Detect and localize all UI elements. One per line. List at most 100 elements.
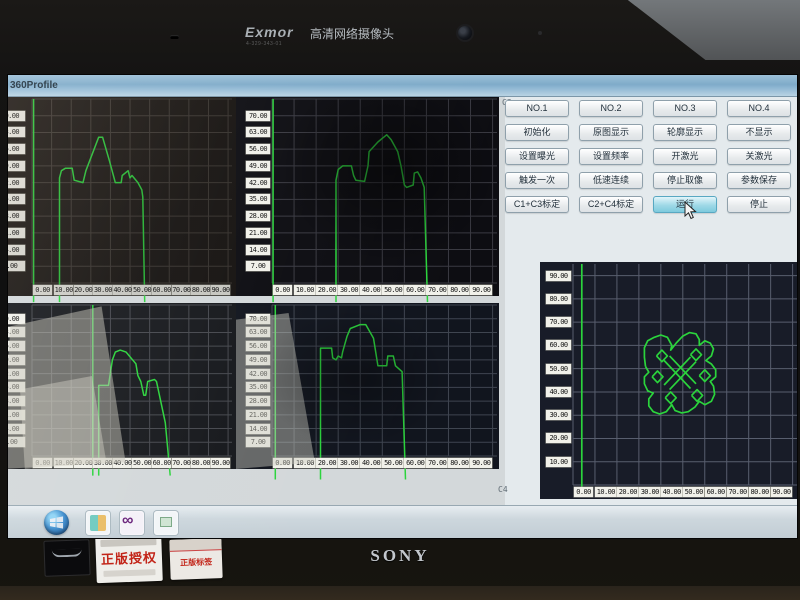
- chart-plot-combined: 10.0020.0030.0040.0050.0060.0070.0080.00…: [573, 264, 797, 485]
- y-tick-label: 70.00: [8, 314, 25, 324]
- chart-canvas-c3: [272, 99, 497, 309]
- c2-c4-calibrate-button[interactable]: C2+C4标定: [579, 196, 643, 213]
- x-tick-label: 80.00: [191, 458, 210, 468]
- y-tick-label: 42.00: [8, 178, 25, 188]
- y-tick-label: 49.00: [8, 355, 25, 365]
- laser-off-button[interactable]: 关激光: [727, 148, 791, 165]
- app-window-content: 7.00 14.00 21.00 28.00 35.00 42.00 49.00 56.00 6…: [8, 97, 797, 505]
- y-tick-label: 35.00: [246, 382, 270, 392]
- laptop-photo: Exmor 高清网络摄像头 4-329-343-01 SONY 正版授权 正版标…: [0, 0, 800, 600]
- energy-sticker: [43, 539, 90, 577]
- y-tick-label: 21.00: [246, 228, 270, 238]
- x-tick-label: 90.00: [470, 458, 492, 468]
- taskbar-icon-capture-tool[interactable]: [154, 511, 178, 535]
- set-frequency-button[interactable]: 设置频率: [579, 148, 643, 165]
- trigger-once-button[interactable]: 触发一次: [505, 172, 569, 189]
- room-background: [590, 0, 800, 60]
- trace-diamond-ne: [691, 349, 702, 361]
- x-tick-label: 80.00: [191, 285, 210, 295]
- x-tick-label: 90.00: [211, 458, 230, 468]
- x-tick-label: 30.00: [93, 458, 112, 468]
- x-tick-label: 0.00: [33, 285, 52, 295]
- webcam-indicator-dot: [538, 31, 542, 35]
- control-button-grid: NO.1 NO.2 NO.3 NO.4 初始化原图显示轮廓显示不显示设置曝光设置频率开激…: [505, 100, 797, 230]
- stop-button[interactable]: 停止: [727, 196, 791, 213]
- chart-canvas-c2: [32, 305, 232, 482]
- low-speed-continuous-button[interactable]: 低速连续: [579, 172, 643, 189]
- no4-button[interactable]: NO.4: [727, 100, 791, 117]
- y-tick-label: 49.00: [246, 355, 270, 365]
- y-tick-label: 63.00: [8, 327, 25, 337]
- x-tick-label: 90.00: [771, 487, 793, 497]
- y-tick-label: 35.00: [8, 194, 25, 204]
- start-button[interactable]: [44, 510, 69, 535]
- no2-button[interactable]: NO.2: [579, 100, 643, 117]
- run-button[interactable]: 运行: [653, 196, 717, 213]
- y-tick-label: 42.00: [246, 369, 270, 379]
- y-tick-label: 70.00: [546, 317, 571, 327]
- y-tick-label: 35.00: [246, 194, 270, 204]
- y-tick-label: 56.00: [8, 144, 25, 154]
- capture-tool-icon: [160, 517, 172, 527]
- x-tick-label: 70.00: [426, 458, 448, 468]
- y-tick-label: 80.00: [546, 294, 571, 304]
- x-tick-label: 60.00: [152, 458, 171, 468]
- chart-plot-c3: 7.0014.0021.0028.0035.0042.0049.0056.006…: [272, 99, 497, 283]
- set-exposure-button[interactable]: 设置曝光: [505, 148, 569, 165]
- camera-tag-c4: C4: [498, 485, 508, 494]
- x-tick-label: 40.00: [360, 285, 382, 295]
- y-tick-label: 49.00: [8, 161, 25, 171]
- x-tick-label: 60.00: [152, 285, 171, 295]
- y-tick-label: 7.00: [246, 437, 270, 447]
- tag-sticker-header: [169, 538, 221, 552]
- y-tick-label: 60.00: [546, 340, 571, 350]
- trace-profile: [336, 135, 428, 302]
- x-tick-label: 20.00: [316, 285, 338, 295]
- x-tick-label: 30.00: [93, 285, 112, 295]
- y-tick-label: 21.00: [8, 410, 25, 420]
- y-tick-label: 42.00: [8, 369, 25, 379]
- tag-sticker-title: 正版标签: [170, 556, 222, 569]
- taskbar-icon-profile-app[interactable]: [86, 511, 110, 535]
- license-sticker-smallprint: [103, 569, 155, 577]
- chart-panel-c1: 7.0014.0021.0028.0035.0042.0049.0056.006…: [8, 97, 236, 296]
- no1-button[interactable]: NO.1: [505, 100, 569, 117]
- webcam-lens-icon: [458, 26, 472, 40]
- chart-canvas-combined: [573, 264, 797, 505]
- x-tick-label: 10.00: [54, 285, 73, 295]
- taskbar-icon-visual-studio[interactable]: ∞: [120, 511, 144, 535]
- y-tick-label: 28.00: [8, 396, 25, 406]
- webcam-brand: Exmor: [245, 24, 294, 40]
- license-sticker-title: 正版授权: [96, 547, 163, 568]
- chart-panel-c3: 7.0014.0021.0028.0035.0042.0049.0056.006…: [236, 97, 499, 296]
- save-params-button[interactable]: 参数保存: [727, 172, 791, 189]
- contour-display-button[interactable]: 轮廓显示: [653, 124, 717, 141]
- y-tick-label: 63.00: [246, 127, 270, 137]
- no3-button[interactable]: NO.3: [653, 100, 717, 117]
- chart-canvas-c1: [32, 99, 232, 309]
- genuine-tag-sticker: 正版标签: [169, 538, 222, 580]
- x-tick-label: 30.00: [338, 458, 360, 468]
- x-tick-label: 10.00: [595, 487, 617, 497]
- y-tick-label: 7.00: [8, 261, 25, 271]
- trace-diamond-sw: [665, 392, 676, 404]
- x-tick-label: 70.00: [727, 487, 749, 497]
- no-display-button[interactable]: 不显示: [727, 124, 791, 141]
- init-button[interactable]: 初始化: [505, 124, 569, 141]
- chart-panel-c2: 7.0014.0021.0028.0035.0042.0049.0056.006…: [8, 303, 236, 469]
- x-tick-label: 50.00: [382, 285, 404, 295]
- y-tick-label: 63.00: [246, 327, 270, 337]
- visual-studio-icon: ∞: [122, 512, 133, 530]
- windows-flag-icon: [49, 515, 64, 530]
- y-tick-label: 28.00: [246, 211, 270, 221]
- stop-capture-button[interactable]: 停止取像: [653, 172, 717, 189]
- c1-c3-calibrate-button[interactable]: C1+C3标定: [505, 196, 569, 213]
- window-titlebar[interactable]: 360Profile: [8, 75, 797, 97]
- laser-on-button[interactable]: 开激光: [653, 148, 717, 165]
- trace-profile: [60, 137, 145, 302]
- raw-image-display-button[interactable]: 原图显示: [579, 124, 643, 141]
- profile-app-icon: [90, 515, 106, 531]
- y-tick-label: 14.00: [246, 424, 270, 434]
- y-tick-label: 40.00: [546, 387, 571, 397]
- webcam-strip: Exmor 高清网络摄像头 4-329-343-01: [150, 18, 570, 54]
